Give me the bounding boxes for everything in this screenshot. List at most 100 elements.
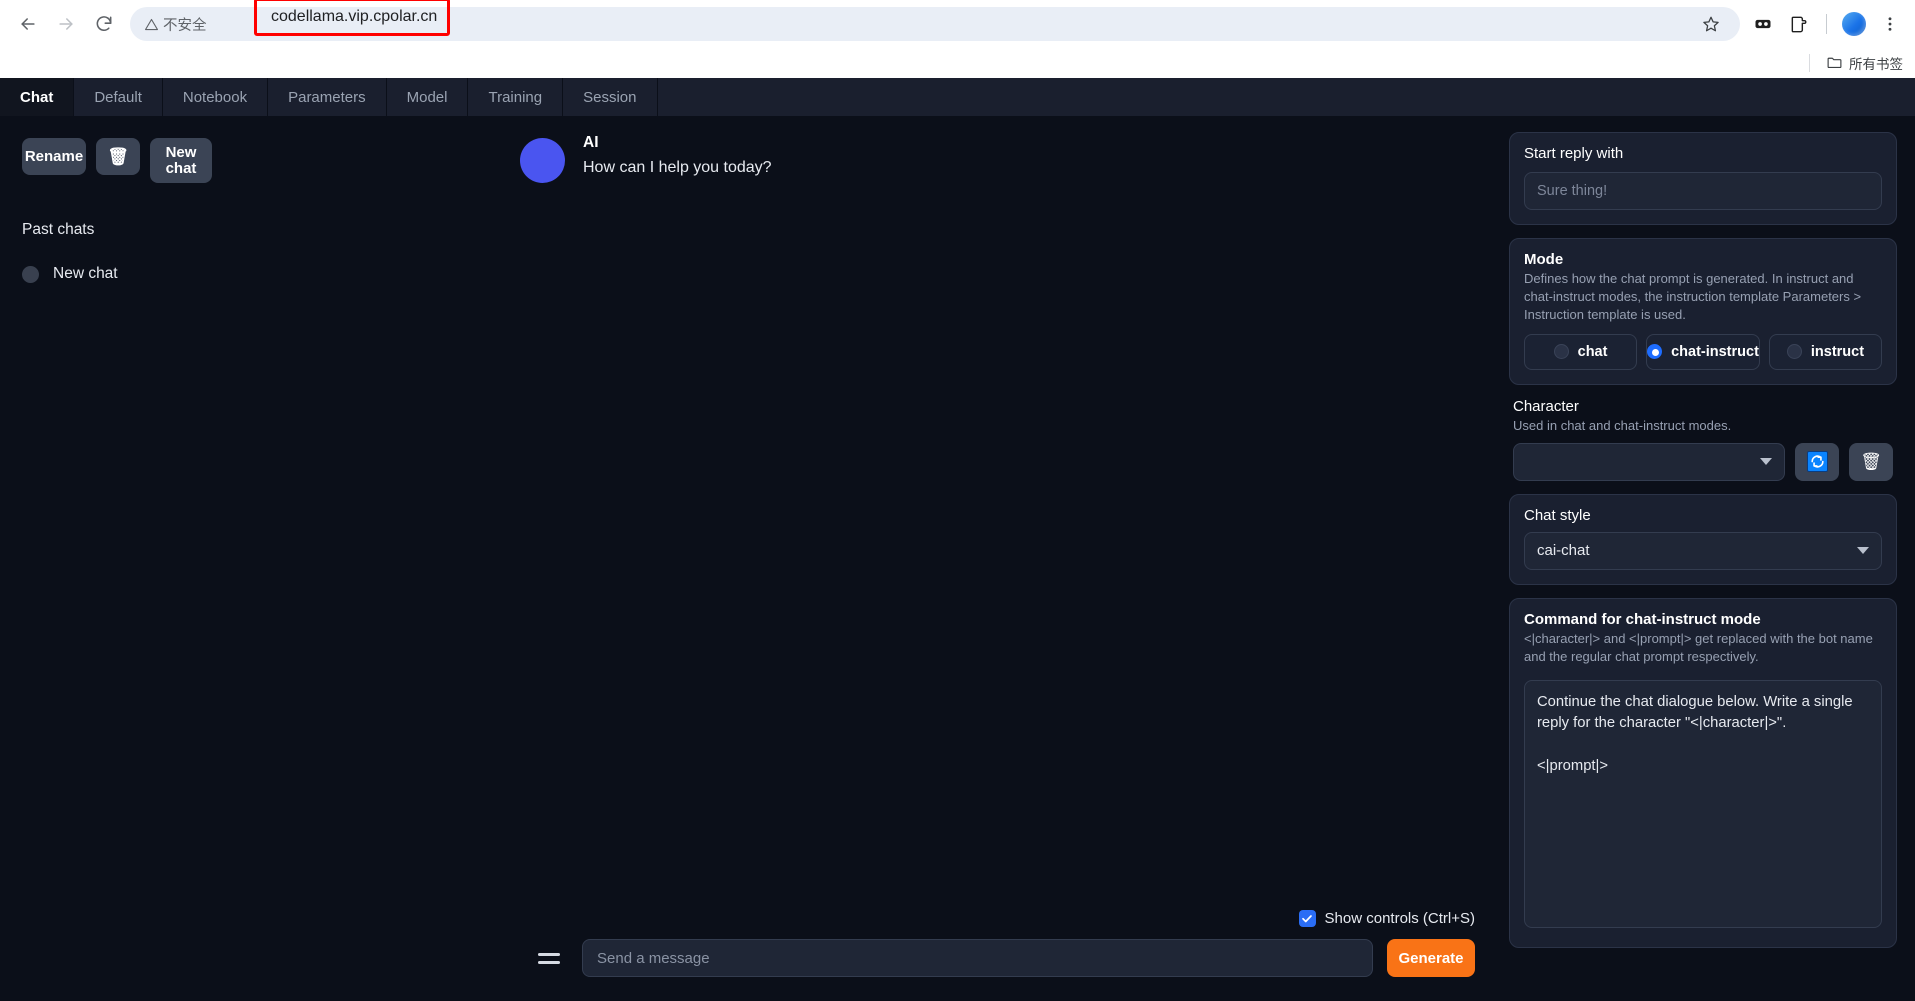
tab-notebook[interactable]: Notebook <box>163 78 269 116</box>
reload-icon[interactable] <box>86 6 122 42</box>
command-textarea[interactable]: Continue the chat dialogue below. Write … <box>1524 679 1882 928</box>
tab-parameters-label: Parameters <box>288 88 366 106</box>
profile-avatar-circle <box>1842 12 1866 36</box>
delete-chat-button[interactable]: 🗑 <box>96 138 140 175</box>
message-input-row: Generate <box>520 939 1503 977</box>
command-title: Command for chat-instruct mode <box>1524 610 1761 628</box>
url-highlight-box: codellama.vip.cpolar.cn <box>254 0 450 36</box>
chat-message-author: AI <box>583 134 599 151</box>
command-description: <|character|> and <|prompt|> get replace… <box>1524 630 1873 664</box>
refresh-characters-button[interactable] <box>1795 442 1839 481</box>
list-item-label: New chat <box>53 265 118 282</box>
chat-style-title: Chat style <box>1524 506 1591 524</box>
chat-style-value: cai-chat <box>1537 542 1590 560</box>
start-reply-card: Start reply with <box>1509 132 1897 225</box>
chat-style-dropdown[interactable]: cai-chat <box>1524 531 1882 570</box>
bookmarks-divider <box>1809 53 1810 72</box>
character-row: 🗑 <box>1513 442 1893 481</box>
avatar <box>520 138 565 183</box>
main-tabbar: Chat Default Notebook Parameters Model T… <box>0 78 1915 116</box>
mode-title: Mode <box>1524 251 1564 268</box>
star-icon[interactable] <box>1696 9 1726 39</box>
extensions-glyph <box>1755 19 1771 29</box>
url-text: codellama.vip.cpolar.cn <box>271 8 438 25</box>
app-body: Rename 🗑 New chat Past chats New chat AI <box>0 116 1915 1001</box>
security-chip[interactable]: 不安全 <box>144 14 207 35</box>
address-bar[interactable]: 不安全 codellama.vip.cpolar.cn <box>130 0 1740 41</box>
refresh-icon <box>1806 451 1828 473</box>
trash-icon: 🗑 <box>1860 451 1882 471</box>
split-view-icon[interactable] <box>1784 9 1814 39</box>
show-controls-toggle[interactable]: Show controls (Ctrl+S) <box>1298 910 1475 927</box>
back-arrow-icon[interactable] <box>10 6 46 42</box>
tab-default-label: Default <box>94 88 142 106</box>
chat-bottom-bar: Show controls (Ctrl+S) Generate <box>520 910 1503 1001</box>
mode-card: Mode Defines how the chat prompt is gene… <box>1509 238 1897 385</box>
forward-arrow-icon[interactable] <box>48 6 84 42</box>
chat-sidebar: Rename 🗑 New chat Past chats New chat <box>0 116 520 1001</box>
character-description: Used in chat and chat-instruct modes. <box>1513 417 1732 433</box>
tab-parameters[interactable]: Parameters <box>268 78 387 116</box>
radio-icon <box>1553 344 1569 360</box>
mode-option-instruct-label: instruct <box>1810 343 1865 360</box>
chat-main: AI How can I help you today? Show contro… <box>520 116 1503 1001</box>
mode-option-instruct[interactable]: instruct <box>1768 333 1883 370</box>
tab-notebook-label: Notebook <box>182 88 248 106</box>
navigation-buttons <box>10 6 122 42</box>
chat-message-body: AI How can I help you today? <box>583 134 772 183</box>
chat-style-card: Chat style cai-chat <box>1509 493 1897 585</box>
delete-character-button[interactable]: 🗑 <box>1849 442 1893 481</box>
browser-toolbar: 不安全 codellama.vip.cpolar.cn <box>0 0 1915 48</box>
rename-button[interactable]: Rename <box>22 138 86 175</box>
past-chats-list: New chat <box>22 261 520 287</box>
sidebar-action-buttons: Rename 🗑 New chat <box>22 138 520 183</box>
webui-app: Chat Default Notebook Parameters Model T… <box>0 78 1915 1001</box>
mode-option-chat-instruct-label: chat-instruct <box>1671 343 1759 360</box>
chevron-down-icon <box>1760 458 1772 466</box>
controls-panel: Start reply with Mode Defines how the ch… <box>1503 116 1915 1001</box>
checkbox-icon[interactable] <box>1298 910 1316 927</box>
security-label: 不安全 <box>163 17 207 34</box>
trash-icon: 🗑 <box>107 146 129 166</box>
extensions-icon[interactable] <box>1748 9 1778 39</box>
tab-session[interactable]: Session <box>563 78 658 116</box>
mode-radio-group: chat chat-instruct instruct <box>1524 333 1883 370</box>
radio-icon[interactable] <box>22 265 39 283</box>
tab-training[interactable]: Training <box>468 78 564 116</box>
mode-option-chat-label: chat <box>1577 343 1608 360</box>
tab-training-label: Training <box>488 88 543 106</box>
mode-option-chat-instruct[interactable]: chat-instruct <box>1646 333 1760 370</box>
radio-icon <box>1647 344 1663 360</box>
new-chat-button[interactable]: New chat <box>150 138 212 183</box>
toolbar-divider <box>1826 14 1827 34</box>
list-item[interactable]: New chat <box>22 261 520 287</box>
folder-icon <box>1827 57 1842 69</box>
omnibox-actions <box>1696 9 1726 39</box>
show-controls-row: Show controls (Ctrl+S) <box>520 910 1503 927</box>
tab-chat[interactable]: Chat <box>0 78 75 116</box>
tab-session-label: Session <box>583 88 637 106</box>
command-card: Command for chat-instruct mode <|charact… <box>1509 597 1897 948</box>
chat-message-text: How can I help you today? <box>583 159 772 176</box>
start-reply-input[interactable] <box>1524 172 1882 210</box>
generate-button[interactable]: Generate <box>1387 939 1475 977</box>
character-title: Character <box>1513 397 1579 415</box>
chat-message: AI How can I help you today? <box>520 134 1503 183</box>
tab-model-label: Model <box>406 88 448 106</box>
avatar[interactable] <box>1839 9 1869 39</box>
tab-chat-label: Chat <box>20 88 54 106</box>
mode-option-chat[interactable]: chat <box>1524 333 1638 370</box>
message-input[interactable] <box>582 939 1373 977</box>
character-section: Character Used in chat and chat-instruct… <box>1509 398 1897 481</box>
all-bookmarks-button[interactable]: 所有书签 <box>1826 53 1903 73</box>
past-chats-heading: Past chats <box>22 221 95 238</box>
chevron-down-icon <box>1857 547 1869 555</box>
tab-model[interactable]: Model <box>387 78 469 116</box>
bookmarks-bar: 所有书签 <box>0 48 1915 78</box>
start-reply-title: Start reply with <box>1524 145 1624 162</box>
warning-triangle-icon <box>145 18 158 30</box>
character-dropdown[interactable] <box>1513 442 1785 481</box>
hamburger-menu-icon[interactable] <box>538 943 568 973</box>
three-dot-menu-icon[interactable] <box>1875 9 1905 39</box>
tab-default[interactable]: Default <box>74 78 163 116</box>
